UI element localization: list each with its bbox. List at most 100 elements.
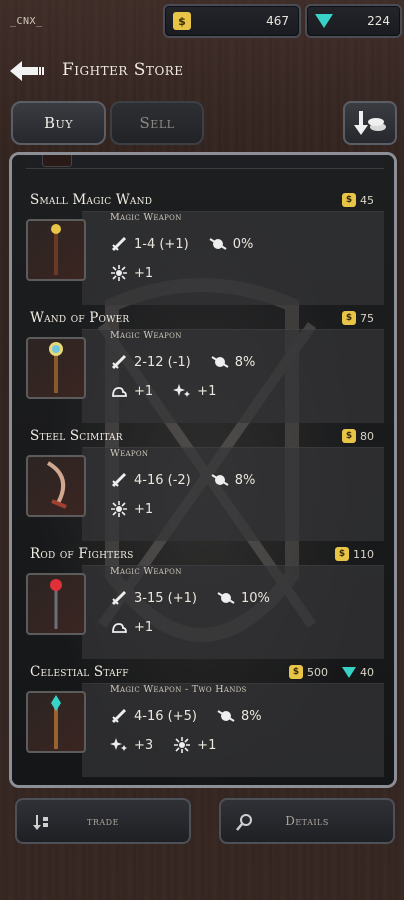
stat-line-damage: 4-16 (-2) 8% <box>110 471 255 489</box>
user-tag: _CNX_ <box>10 16 43 27</box>
item-stats-box <box>82 565 384 659</box>
item-name: Small Magic Wand <box>30 192 153 208</box>
tab-buy[interactable]: Buy <box>11 101 106 145</box>
trade-button[interactable]: trade <box>15 798 191 844</box>
price-gold: 500 <box>307 665 328 679</box>
sort-coins-icon <box>354 111 386 135</box>
sword-icon <box>111 354 127 370</box>
bonus-value: +1 <box>134 501 154 517</box>
sword-icon <box>111 236 127 252</box>
item-type: Magic Weapon <box>110 566 182 577</box>
money-bag-icon: $ <box>173 12 191 30</box>
sword-icon <box>111 590 127 606</box>
trade-arrows-icon <box>33 815 48 830</box>
price-gems: 40 <box>360 665 374 679</box>
item-price: $ 45 <box>342 193 374 207</box>
bonus-value: +1 <box>134 265 154 281</box>
critical-hit-icon <box>209 238 227 250</box>
critical-hit-icon <box>217 592 235 604</box>
price-gold: 75 <box>360 311 374 325</box>
stat-line-bonus: +1 <box>110 618 153 636</box>
item-name: Steel Scimitar <box>30 428 123 444</box>
sort-button[interactable] <box>343 101 397 145</box>
crit-value: 8% <box>234 354 256 370</box>
item-list-panel[interactable]: Small Magic Wand $ 45 Magic Weapon 1-4 (… <box>9 152 397 788</box>
staff-thumbnail <box>26 691 86 753</box>
damage-value: 2-12 (-1) <box>134 354 191 370</box>
money-bag-icon: $ <box>289 665 303 679</box>
strength-arm-icon <box>112 623 127 633</box>
price-gold: 110 <box>353 547 374 561</box>
sparkles-icon <box>173 384 191 397</box>
price-gold: 80 <box>360 429 374 443</box>
item-stats-box <box>82 447 384 541</box>
list-item-steel-scimitar[interactable]: Steel Scimitar $ 80 Weapon 4-16 (-2) 8% … <box>26 427 384 541</box>
gem-icon <box>315 14 333 28</box>
item-price: $ 500 40 <box>289 665 374 679</box>
item-name: Wand of Power <box>30 310 130 326</box>
list-item-small-magic-wand[interactable]: Small Magic Wand $ 45 Magic Weapon 1-4 (… <box>26 191 384 305</box>
scimitar-thumbnail <box>26 455 86 517</box>
bonus-value: +1 <box>134 619 154 635</box>
rod-thumbnail <box>26 573 86 635</box>
list-item-wand-of-power[interactable]: Wand of Power $ 75 Magic Weapon 2-12 (-1… <box>26 309 384 423</box>
critical-hit-icon <box>217 710 235 722</box>
stat-line-bonus: +3 +1 <box>110 736 216 754</box>
money-bag-icon: $ <box>342 193 356 207</box>
trade-label: trade <box>87 814 119 828</box>
page-title: Fighter Store <box>62 60 184 80</box>
magic-burst-icon <box>174 737 191 753</box>
stat-line-damage: 4-16 (+5) 8% <box>110 707 262 725</box>
money-bag-icon: $ <box>335 547 349 561</box>
item-name: Rod of Fighters <box>30 546 134 562</box>
wand-thumbnail <box>26 219 86 281</box>
item-type: Magic Weapon <box>110 212 182 223</box>
crit-value: 8% <box>240 708 262 724</box>
damage-value: 1-4 (+1) <box>134 236 189 252</box>
item-thumbnail <box>42 155 72 167</box>
crit-value: 8% <box>234 472 256 488</box>
gold-amount: 467 <box>266 14 289 28</box>
details-button[interactable]: Details <box>219 798 395 844</box>
stat-line-damage: 2-12 (-1) 8% <box>110 353 255 371</box>
back-arrow-icon[interactable] <box>8 58 44 84</box>
sword-icon <box>111 472 127 488</box>
header: Fighter Store <box>0 48 404 94</box>
sparkles-icon <box>110 738 127 751</box>
stat-line-damage: 3-15 (+1) 10% <box>110 589 270 607</box>
damage-value: 4-16 (-2) <box>134 472 191 488</box>
bonus-value-2: +1 <box>197 383 217 399</box>
item-price: $ 110 <box>335 547 374 561</box>
strength-arm-icon <box>112 387 127 397</box>
stat-line-bonus: +1 <box>110 264 153 282</box>
price-gold: 45 <box>360 193 374 207</box>
gem-counter[interactable]: 224 <box>305 4 402 38</box>
gem-amount: 224 <box>367 14 390 28</box>
wand-thumbnail <box>26 337 86 399</box>
tab-sell[interactable]: Sell <box>110 101 204 145</box>
partial-list-item[interactable] <box>26 155 384 169</box>
crit-value: 10% <box>240 590 270 606</box>
gold-counter[interactable]: $ 467 <box>163 4 301 38</box>
bonus-value: +3 <box>134 737 154 753</box>
damage-value: 3-15 (+1) <box>134 590 197 606</box>
list-item-rod-of-fighters[interactable]: Rod of Fighters $ 110 Magic Weapon 3-15 … <box>26 545 384 659</box>
item-stats-box <box>82 683 384 777</box>
item-price: $ 75 <box>342 311 374 325</box>
magic-burst-icon <box>111 501 127 517</box>
damage-value: 4-16 (+5) <box>134 708 197 724</box>
bonus-value-2: +1 <box>197 737 217 753</box>
item-price: $ 80 <box>342 429 374 443</box>
item-type: Weapon <box>110 448 149 459</box>
stat-line-bonus: +1 +1 <box>110 382 216 400</box>
list-item-celestial-staff[interactable]: Celestial Staff $ 500 40 Magic Weapon - … <box>26 663 384 777</box>
item-type: Magic Weapon - Two Hands <box>110 684 247 695</box>
item-stats-box <box>82 329 384 423</box>
bonus-value: +1 <box>134 383 154 399</box>
money-bag-icon: $ <box>342 429 356 443</box>
stat-line-bonus: +1 <box>110 500 153 518</box>
critical-hit-icon <box>211 356 229 368</box>
item-name: Celestial Staff <box>30 664 129 680</box>
item-type: Magic Weapon <box>110 330 182 341</box>
magnifier-icon <box>236 814 252 831</box>
